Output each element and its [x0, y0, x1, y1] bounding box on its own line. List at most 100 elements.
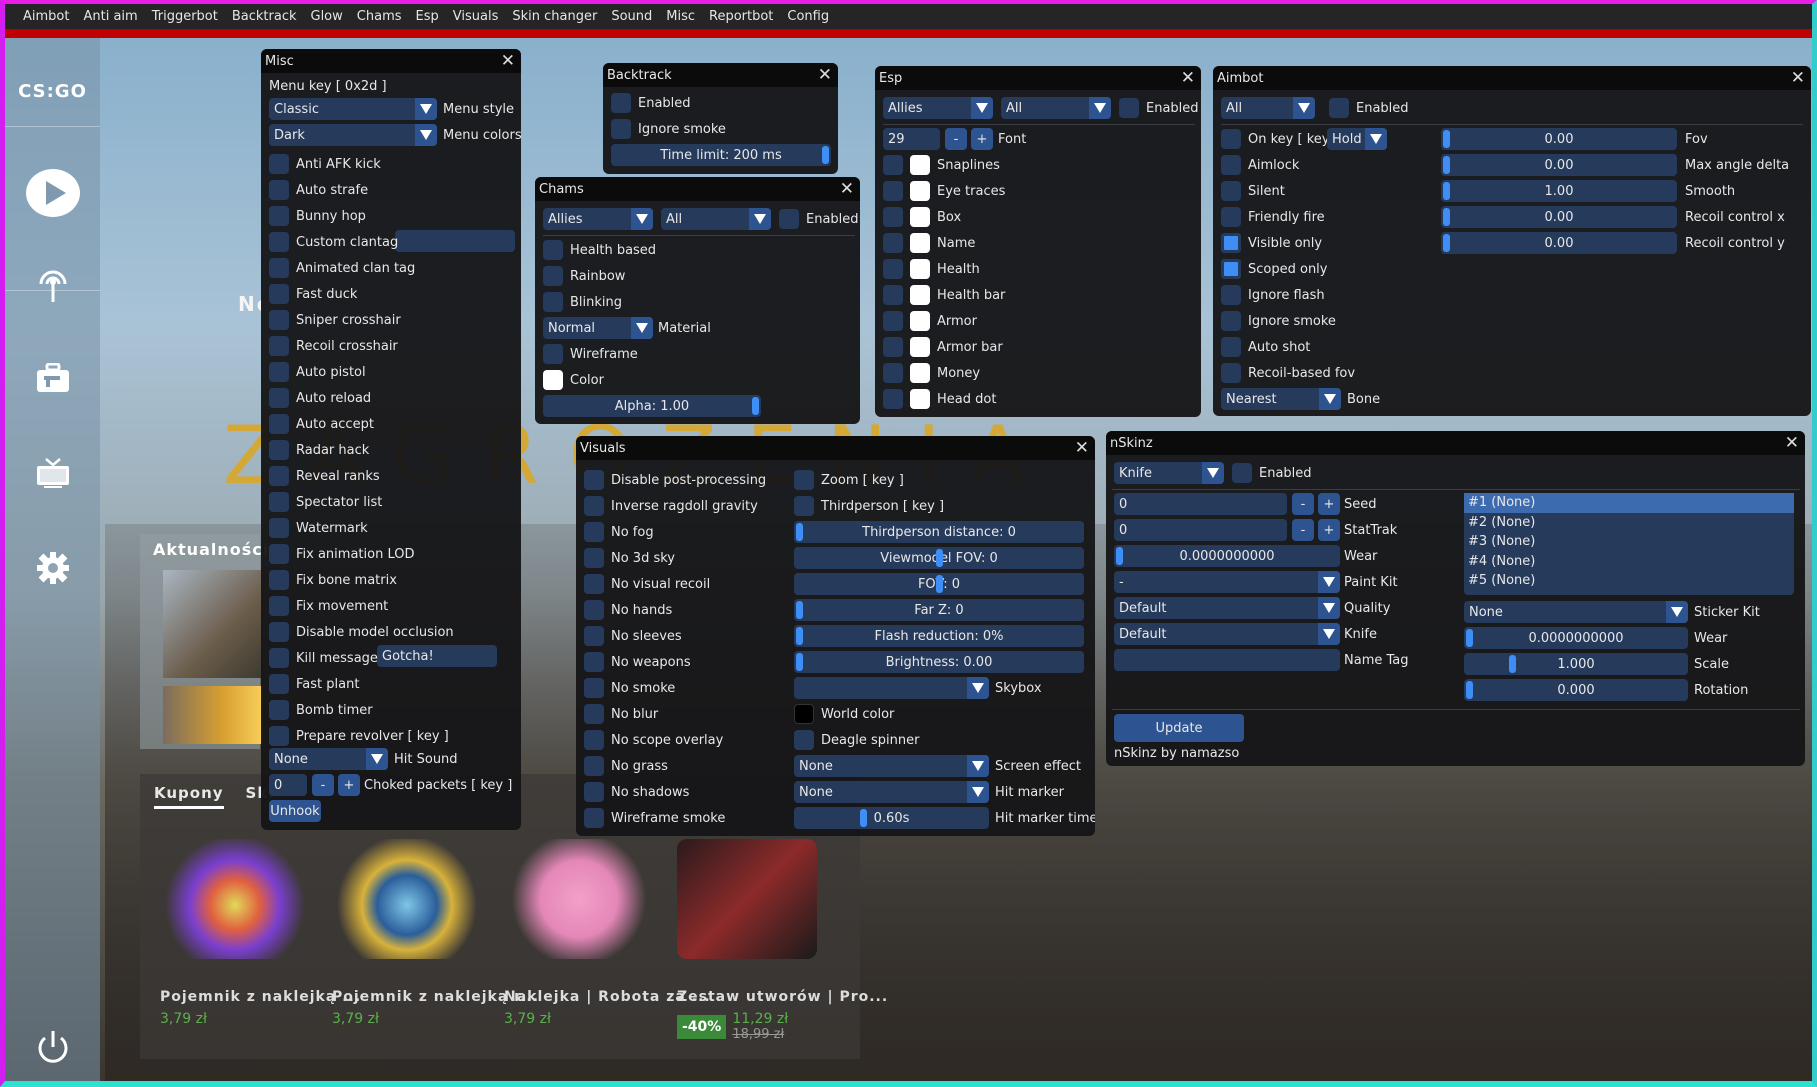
- checkbox[interactable]: [584, 808, 604, 828]
- checkbox-row[interactable]: Ignore smoke: [611, 118, 726, 140]
- update-button[interactable]: Update: [1114, 714, 1244, 742]
- checkbox[interactable]: [269, 726, 289, 746]
- checkbox[interactable]: [269, 518, 289, 538]
- aimbot-option[interactable]: Auto shot: [1221, 336, 1310, 358]
- esp-option[interactable]: Health bar: [883, 284, 1005, 306]
- slider-grab[interactable]: [822, 146, 829, 164]
- slider-grab[interactable]: [1466, 681, 1473, 699]
- misc-option[interactable]: Reveal ranks: [269, 465, 380, 487]
- checkbox[interactable]: [611, 93, 631, 113]
- color-row[interactable]: Color: [543, 369, 604, 391]
- menu-colors-select[interactable]: Dark: [269, 124, 437, 146]
- checkbox[interactable]: [1221, 233, 1241, 253]
- checkbox[interactable]: [269, 206, 289, 226]
- checkbox[interactable]: [269, 336, 289, 356]
- chams-target-select[interactable]: All: [661, 208, 771, 230]
- checkbox[interactable]: [584, 496, 604, 516]
- checkbox[interactable]: [269, 154, 289, 174]
- increment-button[interactable]: +: [1318, 519, 1340, 541]
- visuals-titlebar[interactable]: Visuals ✕: [576, 436, 1095, 460]
- checkbox[interactable]: [584, 574, 604, 594]
- wear-slider[interactable]: 0.0000000000: [1114, 545, 1340, 567]
- misc-option[interactable]: Disable model occlusion: [269, 621, 454, 643]
- sticker-wear-slider[interactable]: 0.0000000000: [1464, 627, 1688, 649]
- world-color-row[interactable]: World color: [794, 703, 894, 725]
- checkbox[interactable]: [584, 756, 604, 776]
- checkbox[interactable]: [269, 596, 289, 616]
- visuals-slider[interactable]: Brightness: 0.00: [794, 651, 1084, 673]
- checkbox[interactable]: [794, 496, 814, 516]
- misc-option[interactable]: Spectator list: [269, 491, 382, 513]
- increment-button[interactable]: +: [971, 128, 993, 150]
- esp-target-select[interactable]: All: [1001, 97, 1111, 119]
- esp-option[interactable]: Eye traces: [883, 180, 1005, 202]
- close-icon[interactable]: ✕: [501, 52, 515, 70]
- menu-triggerbot[interactable]: Triggerbot: [145, 9, 225, 24]
- menu-reportbot[interactable]: Reportbot: [702, 9, 780, 24]
- checkbox[interactable]: [1221, 259, 1241, 279]
- bone-select[interactable]: Nearest: [1221, 388, 1341, 410]
- misc-option[interactable]: Kill message: [269, 647, 378, 669]
- visuals-option[interactable]: No fog: [584, 521, 654, 543]
- visuals-option[interactable]: No hands: [584, 599, 672, 621]
- misc-option[interactable]: Auto accept: [269, 413, 374, 435]
- checkbox[interactable]: [584, 782, 604, 802]
- checkbox[interactable]: [269, 440, 289, 460]
- skybox-select[interactable]: [794, 677, 989, 699]
- color-swatch[interactable]: [910, 389, 930, 409]
- checkbox-row[interactable]: Health based: [543, 239, 656, 261]
- menu-esp[interactable]: Esp: [409, 9, 446, 24]
- aimbot-option[interactable]: Aimlock: [1221, 154, 1299, 176]
- stattrak-input[interactable]: 0: [1114, 519, 1287, 541]
- aimbot-weapon-select[interactable]: All: [1221, 97, 1315, 119]
- slider-grab[interactable]: [1443, 182, 1450, 200]
- menu-aimbot[interactable]: Aimbot: [16, 9, 76, 24]
- misc-option[interactable]: Animated clan tag: [269, 257, 415, 279]
- esp-team-select[interactable]: Allies: [883, 97, 993, 119]
- esp-option[interactable]: Box: [883, 206, 961, 228]
- seed-input[interactable]: 0: [1114, 493, 1287, 515]
- checkbox[interactable]: [1221, 207, 1241, 227]
- checkbox[interactable]: [883, 285, 903, 305]
- checkbox[interactable]: [269, 414, 289, 434]
- deagle-spinner-row[interactable]: Deagle spinner: [794, 729, 919, 751]
- sticker-rotation-slider[interactable]: 0.000: [1464, 679, 1688, 701]
- misc-option[interactable]: Auto pistol: [269, 361, 366, 383]
- visuals-option[interactable]: No visual recoil: [584, 573, 710, 595]
- increment-button[interactable]: +: [338, 774, 360, 796]
- quality-select[interactable]: Default: [1114, 597, 1340, 619]
- store-item[interactable]: Zestaw utworów | Pro... -40% 11,29 zł 18…: [677, 839, 887, 1042]
- nskinz-titlebar[interactable]: nSkinz ✕: [1106, 431, 1805, 455]
- sticker-kit-select[interactable]: None: [1464, 601, 1688, 623]
- misc-option[interactable]: Auto strafe: [269, 179, 368, 201]
- visuals-slider[interactable]: Far Z: 0: [794, 599, 1084, 621]
- inventory-button[interactable]: [5, 348, 100, 408]
- misc-option[interactable]: Fast duck: [269, 283, 357, 305]
- decrement-button[interactable]: -: [1292, 519, 1314, 541]
- menu-visuals[interactable]: Visuals: [446, 9, 506, 24]
- checkbox[interactable]: [584, 730, 604, 750]
- slider-grab[interactable]: [935, 575, 943, 593]
- news-thumbnail[interactable]: [163, 686, 263, 744]
- menu-backtrack[interactable]: Backtrack: [225, 9, 304, 24]
- color-swatch[interactable]: [910, 233, 930, 253]
- misc-option[interactable]: Recoil crosshair: [269, 335, 398, 357]
- paint-kit-select[interactable]: -: [1114, 571, 1340, 593]
- checkbox-row[interactable]: Blinking: [543, 291, 622, 313]
- sticker-slot[interactable]: #2 (None): [1464, 513, 1794, 533]
- visuals-option[interactable]: No weapons: [584, 651, 691, 673]
- checkbox[interactable]: [269, 570, 289, 590]
- sticker-scale-slider[interactable]: 1.000: [1464, 653, 1688, 675]
- menu-anti-aim[interactable]: Anti aim: [76, 9, 144, 24]
- esp-titlebar[interactable]: Esp ✕: [875, 66, 1201, 90]
- checkbox[interactable]: [269, 648, 289, 668]
- slider-grab[interactable]: [1443, 208, 1450, 226]
- store-item[interactable]: Naklejka | Robota za ... 3,79 zł: [504, 839, 710, 1027]
- checkbox[interactable]: [543, 292, 563, 312]
- visuals-slider[interactable]: Thirdperson distance: 0: [794, 521, 1084, 543]
- slider-grab[interactable]: [796, 601, 803, 619]
- checkbox[interactable]: [883, 155, 903, 175]
- choked-packets-input[interactable]: 0: [269, 774, 307, 796]
- aimbot-slider[interactable]: 0.00: [1441, 232, 1677, 254]
- checkbox[interactable]: [269, 284, 289, 304]
